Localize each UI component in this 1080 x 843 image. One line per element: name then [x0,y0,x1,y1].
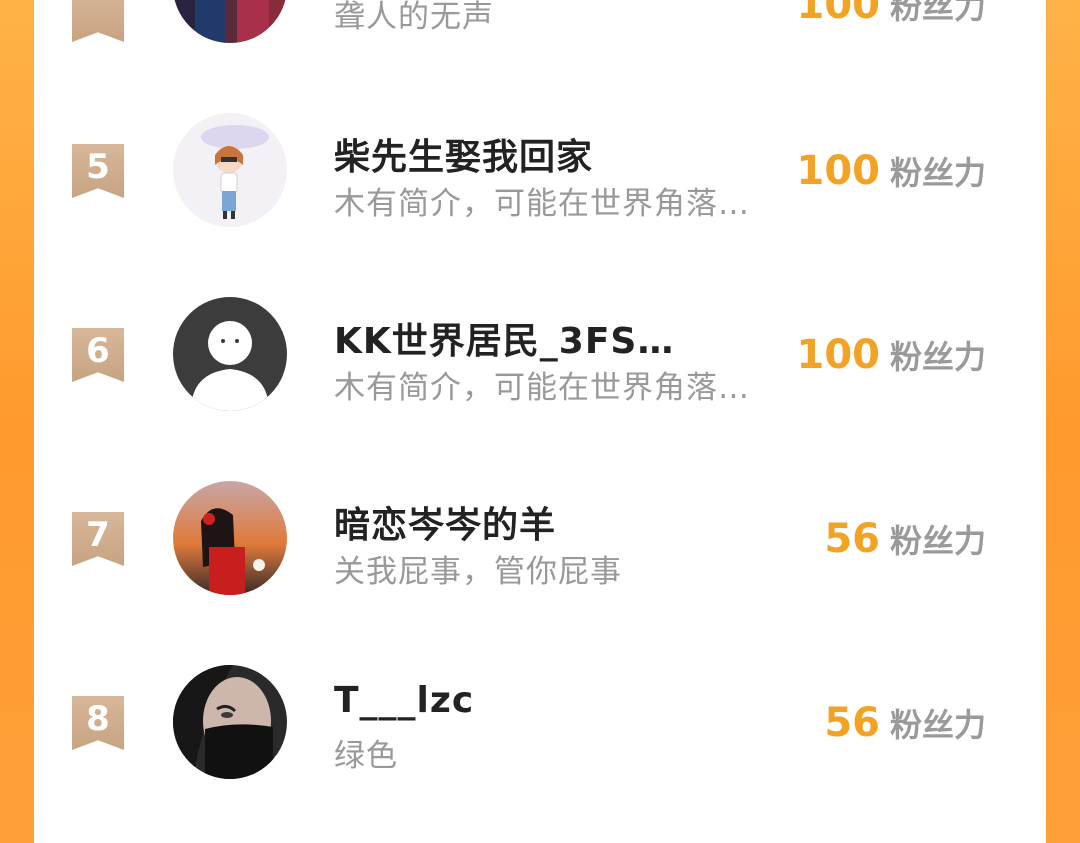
fans-count: 56 [824,700,880,746]
rank-badge: 8 [72,696,124,750]
user-name[interactable]: 暗恋岑岑的羊 [334,496,556,548]
avatar-image [173,665,287,779]
avatar[interactable] [173,0,287,43]
avatar[interactable] [173,297,287,411]
fans-power: 100 粉丝力 [796,0,986,28]
ranking-row[interactable]: 8 T___lzc 绿色 56 粉丝力 [34,642,1046,826]
user-bio: 木有简介，可能在世界角落… [334,370,750,406]
ranking-panel: 聋人的无声 100 粉丝力 5 柴先生娶我回家 木有简介，可能在世界角落… 10… [34,0,1046,843]
user-bio: 木有简介，可能在世界角落… [334,186,750,222]
avatar[interactable] [173,481,287,595]
user-bio: 聋人的无声 [334,0,494,35]
avatar-image [173,113,287,227]
rank-badge [72,0,124,42]
ranking-row[interactable]: 5 柴先生娶我回家 木有简介，可能在世界角落… 100 粉丝力 [34,90,1046,274]
fans-count: 100 [796,332,880,378]
user-name[interactable]: 柴先生娶我回家 [334,128,593,180]
fans-label: 粉丝力 [889,522,986,560]
fans-label: 粉丝力 [889,706,986,744]
fans-count: 100 [796,0,880,28]
rank-badge: 6 [72,328,124,382]
fans-label: 粉丝力 [889,154,986,192]
avatar[interactable] [173,113,287,227]
ranking-row[interactable]: 7 暗恋岑岑的羊 关我屁事，管你屁事 56 粉丝力 [34,458,1046,642]
fans-power: 56 粉丝力 [824,700,986,746]
rank-badge: 7 [72,512,124,566]
fans-label: 粉丝力 [889,0,986,26]
fans-power: 56 粉丝力 [824,516,986,562]
avatar[interactable] [173,665,287,779]
avatar-image [173,0,287,43]
ranking-row[interactable]: 聋人的无声 100 粉丝力 [34,0,1046,44]
user-bio: 关我屁事，管你屁事 [334,554,622,590]
fans-power: 100 粉丝力 [796,332,986,378]
fans-ranking-screen: 聋人的无声 100 粉丝力 5 柴先生娶我回家 木有简介，可能在世界角落… 10… [0,0,1080,843]
fans-power: 100 粉丝力 [796,148,986,194]
fans-count: 100 [796,148,880,194]
user-bio: 绿色 [334,738,398,774]
user-name[interactable]: T___lzc [334,680,474,721]
user-name[interactable]: KK世界居民_3FS… [334,312,674,364]
avatar-image [173,481,287,595]
default-avatar-icon [173,297,287,411]
fans-count: 56 [824,516,880,562]
rank-badge: 5 [72,144,124,198]
fans-label: 粉丝力 [889,338,986,376]
ranking-row[interactable]: 6 KK世界居民_3FS… 木有简介，可能在世界角落… 100 粉丝力 [34,274,1046,458]
